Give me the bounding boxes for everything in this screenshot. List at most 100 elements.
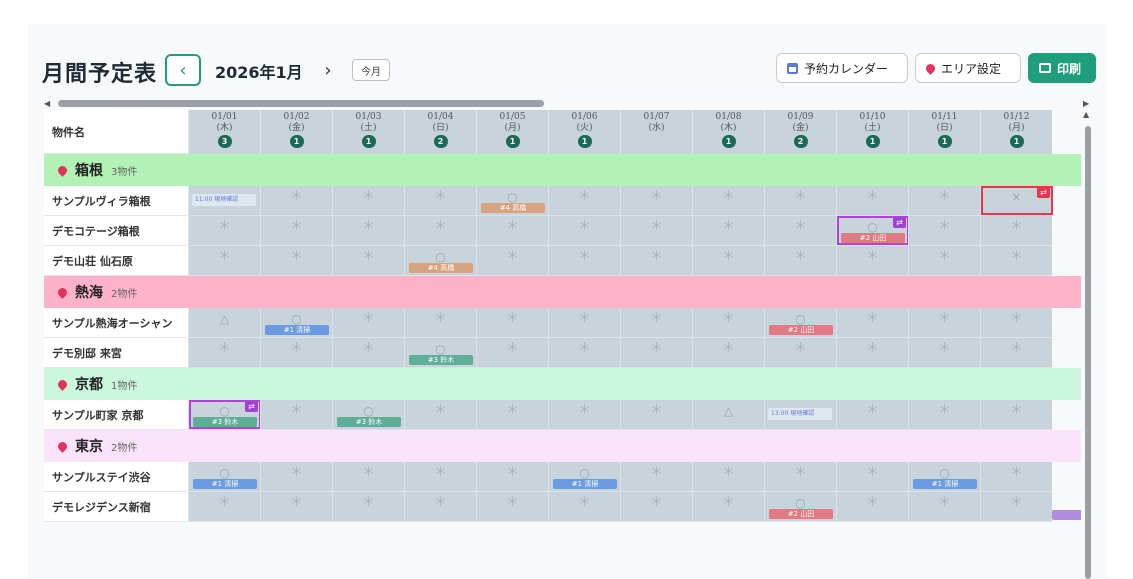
schedule-cell[interactable]: ○ #1 清掃 xyxy=(260,308,332,338)
task-tag[interactable]: #3 鈴木 xyxy=(337,417,401,427)
schedule-cell[interactable]: ○ #1 清掃 xyxy=(548,462,620,492)
day-header-01-01[interactable]: 01/01 (木) 3 xyxy=(188,110,260,154)
swap-icon[interactable]: ⇄ xyxy=(893,217,906,228)
task-tag[interactable]: #1 清掃 xyxy=(913,479,977,489)
schedule-cell[interactable]: ＊ xyxy=(980,462,1052,492)
day-header-01-11[interactable]: 01/11 (日) 1 xyxy=(908,110,980,154)
day-header-01-06[interactable]: 01/06 (火) 1 xyxy=(548,110,620,154)
day-header-01-07[interactable]: 01/07 (水) xyxy=(620,110,692,154)
schedule-cell[interactable]: ＊ xyxy=(836,462,908,492)
schedule-cell[interactable]: ＊ xyxy=(836,246,908,276)
schedule-cell[interactable]: ○ #2 山田 xyxy=(764,308,836,338)
property-name[interactable]: サンプルヴィラ箱根 xyxy=(44,186,188,216)
appointment-note[interactable]: 11:00 現地確認 xyxy=(192,194,256,206)
next-month-button[interactable]: › xyxy=(314,54,342,86)
schedule-cell[interactable]: ＊ xyxy=(980,400,1052,430)
scroll-right-arrow-icon[interactable]: ▶ xyxy=(1083,99,1089,108)
scroll-left-arrow-icon[interactable]: ◀ xyxy=(44,99,50,108)
schedule-cell[interactable]: ＊ xyxy=(908,308,980,338)
schedule-cell[interactable]: ＊ xyxy=(620,308,692,338)
property-name[interactable]: サンプルステイ渋谷 xyxy=(44,462,188,492)
area-row-1[interactable]: 熱海 2物件 xyxy=(44,276,1081,308)
schedule-cell[interactable]: ＊ xyxy=(764,338,836,368)
schedule-cell[interactable]: ＊ xyxy=(260,492,332,522)
schedule-cell[interactable]: ＊ xyxy=(260,246,332,276)
schedule-cell[interactable]: ＊ xyxy=(332,216,404,246)
schedule-cell[interactable]: ＊ xyxy=(692,216,764,246)
task-tag[interactable]: #1 清掃 xyxy=(553,479,617,489)
schedule-cell[interactable]: ＊ xyxy=(260,400,332,430)
schedule-cell[interactable]: ○ #3 鈴木 ⇄ xyxy=(188,400,261,430)
schedule-cell[interactable]: ＊ xyxy=(476,462,548,492)
schedule-cell[interactable]: ○ #2 山田 xyxy=(764,492,836,522)
schedule-cell[interactable]: ＊ xyxy=(476,492,548,522)
schedule-cell[interactable]: ＊ xyxy=(548,186,620,216)
schedule-cell[interactable]: ＊ xyxy=(260,216,332,246)
print-button[interactable]: 印刷 xyxy=(1028,53,1096,83)
swap-icon[interactable]: ⇄ xyxy=(245,401,258,412)
schedule-cell[interactable]: ＊ xyxy=(404,492,476,522)
schedule-cell[interactable]: ＊ xyxy=(332,462,404,492)
schedule-cell[interactable]: ＊ xyxy=(332,308,404,338)
schedule-cell[interactable]: ＊ xyxy=(764,246,836,276)
schedule-cell[interactable]: ○ #1 清掃 xyxy=(908,462,980,492)
schedule-cell[interactable]: ＊ xyxy=(260,462,332,492)
vertical-scroll-thumb[interactable] xyxy=(1085,126,1091,579)
schedule-cell[interactable]: ＊ xyxy=(404,400,476,430)
day-header-01-05[interactable]: 01/05 (月) 1 xyxy=(476,110,548,154)
schedule-cell[interactable]: ＊ xyxy=(836,338,908,368)
schedule-cell[interactable]: ＊ xyxy=(764,216,836,246)
schedule-cell[interactable]: ＊ xyxy=(332,246,404,276)
property-name[interactable]: サンプル熱海オーシャン xyxy=(44,308,188,338)
schedule-cell[interactable]: ＊ xyxy=(620,186,692,216)
schedule-cell[interactable]: ＊ xyxy=(620,462,692,492)
day-header-01-12[interactable]: 01/12 (月) 1 xyxy=(980,110,1052,154)
schedule-cell[interactable]: ＊ xyxy=(980,246,1052,276)
schedule-cell[interactable]: ＊ xyxy=(980,216,1052,246)
schedule-cell[interactable]: ＊ xyxy=(620,216,692,246)
property-name[interactable]: デモ山荘 仙石原 xyxy=(44,246,188,276)
schedule-cell[interactable]: ＊ xyxy=(548,308,620,338)
task-tag[interactable]: #1 清掃 xyxy=(265,325,329,335)
schedule-cell[interactable]: ＊ xyxy=(332,186,404,216)
schedule-cell[interactable]: ＊ xyxy=(764,462,836,492)
schedule-cell[interactable]: ＊ xyxy=(908,186,980,216)
schedule-cell[interactable]: ＊ xyxy=(476,400,548,430)
schedule-cell[interactable]: ＊ xyxy=(404,462,476,492)
schedule-cell[interactable]: 11:00 現地確認 xyxy=(188,186,260,216)
day-header-01-04[interactable]: 01/04 (日) 2 xyxy=(404,110,476,154)
schedule-cell[interactable]: ○ #1 清掃 xyxy=(188,462,260,492)
schedule-cell[interactable]: ＊ xyxy=(692,338,764,368)
task-tag[interactable] xyxy=(1052,510,1081,520)
task-tag[interactable]: #4 高橋 xyxy=(409,263,473,273)
schedule-cell[interactable]: ＊ xyxy=(188,246,260,276)
schedule-cell[interactable]: ＊ xyxy=(692,492,764,522)
schedule-cell[interactable]: ＊ xyxy=(548,216,620,246)
schedule-cell[interactable]: ＊ xyxy=(692,246,764,276)
task-tag[interactable]: #3 鈴木 xyxy=(409,355,473,365)
schedule-cell[interactable]: ＊ xyxy=(404,186,476,216)
property-name[interactable]: デモ別邸 来宮 xyxy=(44,338,188,368)
schedule-cell[interactable]: ○ #2 山田 ⇄ xyxy=(836,216,909,246)
schedule-cell[interactable]: ＊ xyxy=(188,338,260,368)
schedule-cell[interactable]: ＊ xyxy=(692,308,764,338)
property-name[interactable]: デモコテージ箱根 xyxy=(44,216,188,246)
schedule-cell[interactable]: ＊ xyxy=(404,216,476,246)
appointment-note[interactable]: 13:00 現地確認 xyxy=(768,408,832,420)
horizontal-scrollbar[interactable]: ◀ ▶ xyxy=(28,97,1106,109)
schedule-cell[interactable]: ＊ xyxy=(548,338,620,368)
prev-month-button[interactable]: ‹ xyxy=(165,54,201,86)
task-tag[interactable]: #2 山田 xyxy=(769,509,833,519)
task-tag[interactable]: #4 高橋 xyxy=(481,203,545,213)
schedule-cell[interactable]: ○ #3 鈴木 xyxy=(404,338,476,368)
schedule-cell[interactable]: ＊ xyxy=(620,246,692,276)
schedule-cell[interactable]: ＊ xyxy=(980,492,1052,522)
schedule-cell[interactable]: △ xyxy=(188,308,260,338)
schedule-cell[interactable]: ＊ xyxy=(692,186,764,216)
schedule-cell[interactable]: ＊ xyxy=(908,246,980,276)
schedule-cell[interactable]: ＊ xyxy=(260,338,332,368)
vertical-scrollbar[interactable]: ▲ xyxy=(1083,110,1093,579)
schedule-cell[interactable]: ＊ xyxy=(692,462,764,492)
day-header-01-02[interactable]: 01/02 (金) 1 xyxy=(260,110,332,154)
property-name[interactable]: デモレジデンス新宿 xyxy=(44,492,188,522)
